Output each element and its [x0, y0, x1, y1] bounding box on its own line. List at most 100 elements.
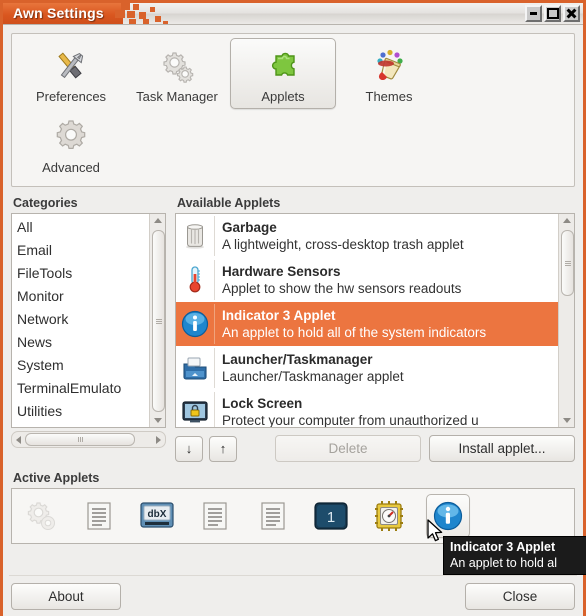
about-button[interactable]: About [11, 583, 121, 610]
category-item[interactable]: Utilities [12, 400, 165, 423]
pager-one-icon: 1 [314, 502, 348, 530]
category-item[interactable]: Utili [12, 423, 165, 427]
toolbar-item-themes[interactable]: Themes [336, 38, 442, 109]
scroll-down-icon[interactable] [559, 414, 574, 427]
awn-settings-window: Awn Settings Preferences Task Manager Ap… [0, 0, 586, 616]
scroll-left-icon[interactable] [16, 435, 21, 444]
scrollbar-thumb[interactable] [561, 230, 574, 296]
minimize-button[interactable] [525, 5, 542, 22]
applet-row-selected[interactable]: Indicator 3 Applet An applet to hold all… [176, 302, 574, 346]
lock-screen-icon [176, 392, 214, 427]
move-down-button[interactable]: ↓ [175, 435, 203, 462]
toolbar-item-task-manager[interactable]: Task Manager [124, 38, 230, 109]
info-circle-icon [176, 304, 214, 344]
lists-area: Categories All Email FileTools Monitor N… [11, 187, 575, 462]
title-bar[interactable]: Awn Settings [3, 3, 583, 25]
category-item[interactable]: TerminalEmulato [12, 377, 165, 400]
category-item[interactable]: System [12, 354, 165, 377]
paint-bucket-icon [369, 45, 409, 87]
categories-items: All Email FileTools Monitor Network News… [12, 214, 165, 427]
available-applets-list[interactable]: Garbage A lightweight, cross-desktop tra… [175, 213, 575, 428]
applet-row[interactable]: Hardware Sensors Applet to show the hw s… [176, 258, 574, 302]
applet-text: Indicator 3 Applet An applet to hold all… [215, 307, 486, 342]
active-applet-dbx[interactable]: dbX [136, 495, 178, 537]
active-applets-label: Active Applets [13, 471, 100, 485]
window-content: Preferences Task Manager Applets Themes … [3, 25, 583, 616]
active-applet-gear[interactable] [20, 495, 62, 537]
categories-column: Categories All Email FileTools Monitor N… [11, 187, 166, 462]
window-controls [525, 5, 580, 22]
applet-row[interactable]: Garbage A lightweight, cross-desktop tra… [176, 214, 574, 258]
active-applet-cpu-monitor[interactable] [368, 495, 410, 537]
applet-name: Lock Screen [222, 395, 303, 411]
available-applets-label: Available Applets [177, 196, 281, 210]
applet-name: Garbage [222, 219, 277, 235]
applet-name: Launcher/Taskmanager [222, 351, 373, 367]
launcher-icon [176, 348, 214, 388]
close-footer-button[interactable]: Close [465, 583, 575, 610]
thermometer-icon [176, 260, 214, 300]
active-applet-document[interactable] [252, 495, 294, 537]
gear-icon [51, 116, 91, 158]
maximize-button[interactable] [544, 5, 561, 22]
toolbar-item-applets[interactable]: Applets [230, 38, 336, 109]
active-applet-document[interactable] [78, 495, 120, 537]
mouse-cursor [427, 519, 445, 550]
applet-name: Indicator 3 Applet [222, 307, 336, 323]
applet-actions: ↓ ↑ Delete Install applet... [175, 435, 575, 462]
cpu-gauge-icon [375, 501, 403, 531]
available-applets-column: Available Applets Garbage A lightweight,… [175, 187, 575, 462]
applet-text: Garbage A lightweight, cross-desktop tra… [215, 219, 464, 254]
category-item[interactable]: Monitor [12, 285, 165, 308]
install-applet-button[interactable]: Install applet... [429, 435, 575, 462]
applet-row[interactable]: Launcher/Taskmanager Launcher/Taskmanage… [176, 346, 574, 390]
applet-description: Protect your computer from unauthorized … [222, 412, 479, 428]
close-icon [566, 8, 577, 19]
applet-tooltip: Indicator 3 Applet An applet to hold al [443, 536, 586, 575]
footer-divider [9, 575, 577, 576]
scrollbar-grip [564, 260, 571, 267]
categories-list[interactable]: All Email FileTools Monitor Network News… [11, 213, 166, 428]
applet-row[interactable]: Lock Screen Protect your computer from u… [176, 390, 574, 428]
move-up-button[interactable]: ↑ [209, 435, 237, 462]
document-icon [87, 502, 111, 530]
svg-text:1: 1 [327, 509, 335, 526]
active-applet-pager[interactable]: 1 [310, 495, 352, 537]
applet-description: A lightweight, cross-desktop trash apple… [222, 236, 464, 252]
categories-vertical-scrollbar[interactable] [149, 214, 165, 427]
gear-disabled-icon [27, 502, 55, 530]
category-item[interactable]: FileTools [12, 262, 165, 285]
applet-description: Launcher/Taskmanager applet [222, 368, 404, 384]
applets-vertical-scrollbar[interactable] [558, 214, 574, 427]
scrollbar-grip [155, 318, 162, 325]
trash-can-icon [176, 216, 214, 256]
category-item[interactable]: News [12, 331, 165, 354]
scroll-up-icon[interactable] [150, 214, 165, 227]
gears-icon [157, 45, 197, 87]
svg-text:dbX: dbX [148, 509, 167, 520]
category-item[interactable]: All [12, 216, 165, 239]
toolbar-item-advanced[interactable]: Advanced [18, 109, 124, 180]
category-item[interactable]: Network [12, 308, 165, 331]
categories-label: Categories [13, 196, 78, 210]
scroll-down-icon[interactable] [150, 414, 165, 427]
applet-description: An applet to hold all of the system indi… [222, 324, 487, 340]
applet-text: Lock Screen Protect your computer from u… [215, 395, 479, 428]
tooltip-description: An applet to hold al [450, 556, 558, 570]
hscrollbar-thumb[interactable] [25, 433, 135, 446]
close-button[interactable] [563, 5, 580, 22]
active-applet-document[interactable] [194, 495, 236, 537]
category-item[interactable]: Email [12, 239, 165, 262]
mode-toolbar: Preferences Task Manager Applets Themes … [11, 33, 575, 187]
delete-button[interactable]: Delete [275, 435, 421, 462]
footer-bar: About Close [11, 583, 575, 610]
scroll-right-icon[interactable] [156, 435, 161, 444]
scrollbar-grip [77, 437, 83, 442]
toolbar-item-preferences[interactable]: Preferences [18, 38, 124, 109]
scroll-up-icon[interactable] [559, 214, 574, 227]
document-icon [261, 502, 285, 530]
categories-horizontal-scrollbar[interactable] [11, 431, 166, 448]
tooltip-title: Indicator 3 Applet [450, 540, 556, 554]
scrollbar-thumb[interactable] [152, 230, 165, 412]
tools-icon [51, 45, 91, 87]
